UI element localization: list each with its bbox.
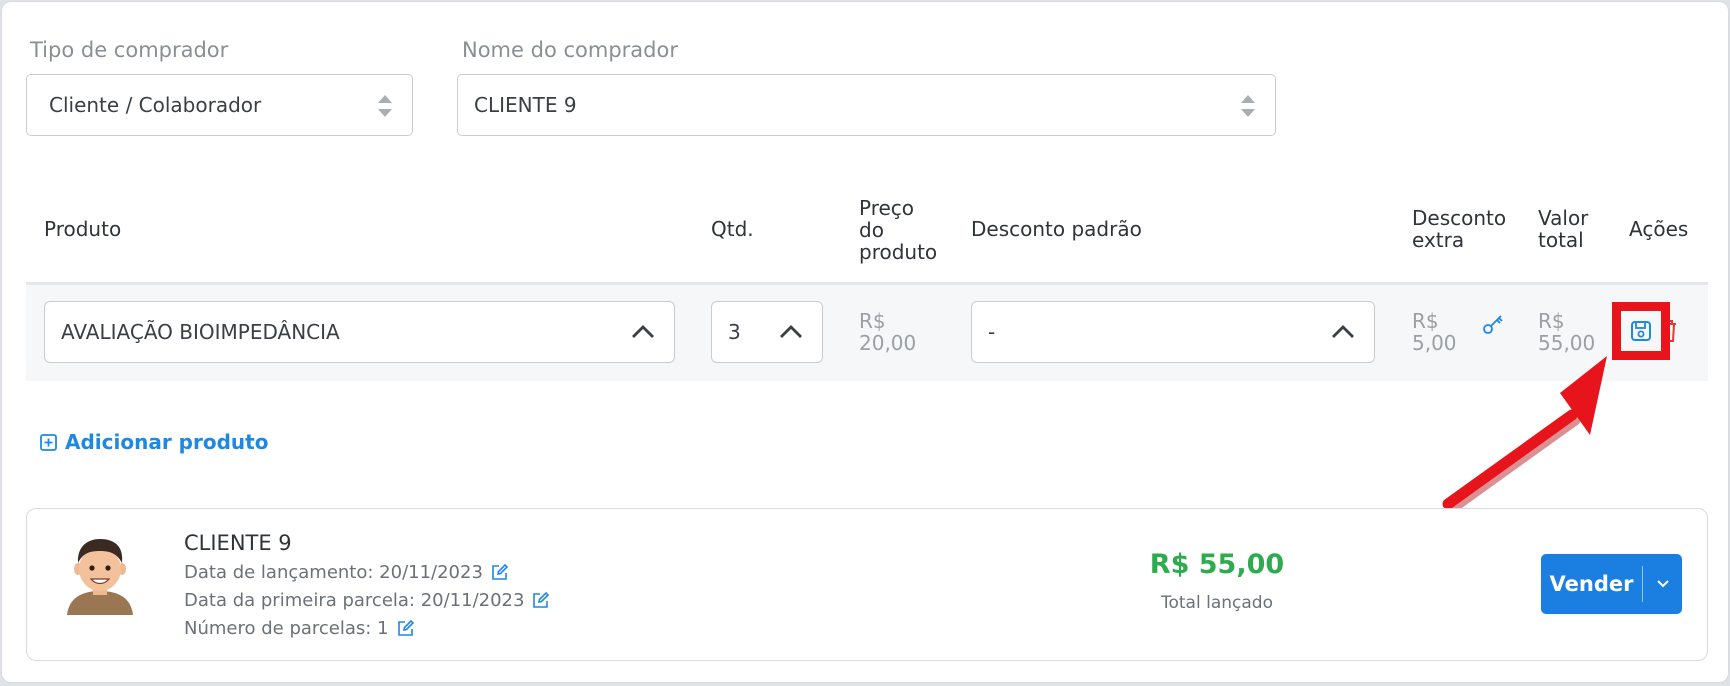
buyer-name-select[interactable]: CLIENTE 9 (457, 74, 1276, 136)
buyer-name-value: CLIENTE 9 (474, 93, 577, 117)
chevron-up-icon (780, 325, 802, 338)
product-price: R$ 20,00 (859, 310, 916, 354)
product-select[interactable]: AVALIAÇÃO BIOIMPEDÂNCIA (44, 301, 675, 363)
price-currency: R$ (859, 309, 886, 333)
chevron-up-icon (1332, 325, 1354, 338)
header-preco-line: produto (859, 240, 938, 264)
sell-dropdown-toggle[interactable] (1643, 554, 1682, 614)
default-discount-select[interactable]: - (971, 301, 1375, 363)
header-preco: Preço do produto (859, 197, 937, 263)
buyer-type-value: Cliente / Colaborador (49, 93, 262, 117)
chevron-down-icon (1656, 580, 1669, 588)
installments-count: Número de parcelas: 1 (184, 618, 389, 639)
add-product-label: Adicionar produto (65, 430, 269, 454)
client-name: CLIENTE 9 (184, 531, 292, 555)
edit-icon[interactable] (491, 564, 508, 581)
plus-square-icon (40, 433, 57, 451)
header-preco-line: do (859, 218, 884, 242)
total-amount: R$ 55,00 (1149, 549, 1285, 580)
quantity-stepper[interactable]: 3 (711, 301, 823, 363)
header-valor-total-line: Valor (1538, 206, 1589, 230)
extra-discount-currency: R$ (1412, 309, 1439, 333)
key-icon[interactable] (1482, 313, 1504, 335)
installments-row: Número de parcelas: 1 (184, 618, 414, 639)
header-preco-line: Preço (859, 196, 915, 220)
header-valor-total-line: total (1538, 228, 1584, 252)
header-desconto-extra-line: extra (1412, 228, 1465, 252)
header-produto: Produto (44, 217, 122, 241)
quantity-value: 3 (728, 320, 741, 344)
header-desconto-extra-line: Desconto (1412, 206, 1507, 230)
product-value: AVALIAÇÃO BIOIMPEDÂNCIA (61, 320, 340, 344)
annotation-arrow-icon (1442, 356, 1607, 512)
header-desconto-padrao: Desconto padrão (971, 217, 1142, 241)
header-valor-total: Valor total (1538, 207, 1588, 251)
sell-button-group: Vender (1541, 554, 1682, 614)
total-value-currency: R$ (1538, 309, 1565, 333)
edit-icon[interactable] (397, 620, 414, 637)
updown-icon (1241, 95, 1255, 117)
buyer-name-label: Nome do comprador (462, 38, 678, 62)
sell-button[interactable]: Vender (1541, 554, 1642, 614)
header-desconto-extra: Desconto extra (1412, 207, 1506, 251)
chevron-up-icon (632, 325, 654, 338)
buyer-type-label: Tipo de comprador (30, 38, 229, 62)
launch-date: Data de lançamento: 20/11/2023 (184, 562, 483, 583)
sale-form: Tipo de comprador Cliente / Colaborador … (1, 1, 1729, 683)
header-acoes: Ações (1629, 217, 1689, 241)
total-label: Total lançado (1161, 593, 1273, 613)
updown-icon (378, 95, 392, 117)
header-qtd: Qtd. (711, 217, 754, 241)
add-product-button[interactable]: Adicionar produto (40, 430, 268, 454)
launch-date-row: Data de lançamento: 20/11/2023 (184, 562, 508, 583)
first-installment-date: Data da primeira parcela: 20/11/2023 (184, 590, 525, 611)
edit-icon[interactable] (532, 592, 550, 609)
avatar (67, 539, 133, 615)
default-discount-value: - (988, 320, 996, 344)
first-installment-row: Data da primeira parcela: 20/11/2023 (184, 590, 550, 611)
summary-card: CLIENTE 9 Data de lançamento: 20/11/2023… (26, 508, 1708, 661)
buyer-type-select[interactable]: Cliente / Colaborador (26, 74, 413, 136)
price-value: 20,00 (859, 331, 917, 355)
